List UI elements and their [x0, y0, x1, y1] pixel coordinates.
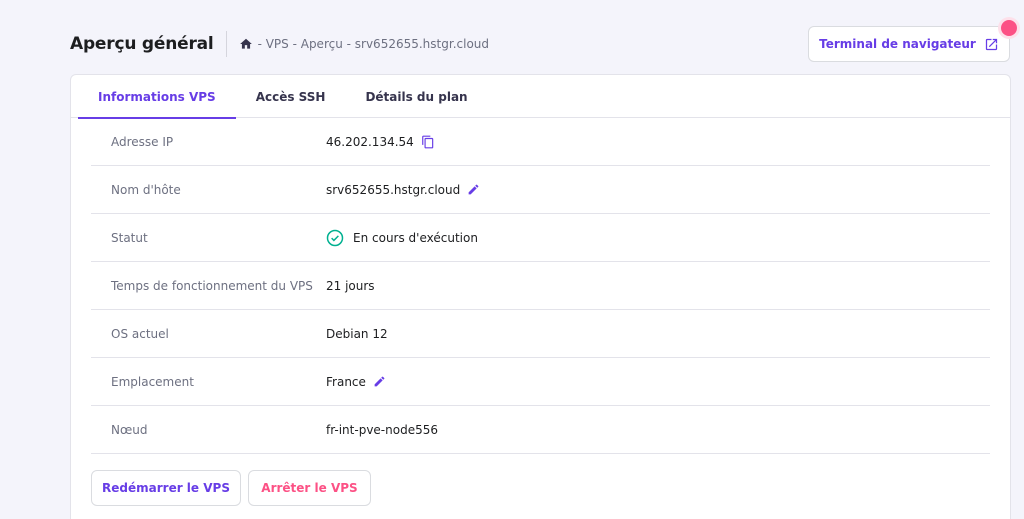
info-list: Adresse IP 46.202.134.54 Nom d'hôte srv6…	[91, 118, 990, 454]
browser-terminal-label: Terminal de navigateur	[819, 37, 976, 51]
node-value: fr-int-pve-node556	[326, 422, 438, 437]
row-label: Statut	[111, 230, 148, 245]
row-hostname: Nom d'hôte srv652655.hstgr.cloud	[91, 166, 990, 214]
row-value: srv652655.hstgr.cloud	[326, 183, 480, 197]
page-title: Aperçu général	[70, 34, 214, 54]
notification-dot[interactable]	[1001, 20, 1017, 36]
vps-info-card: Informations VPS Accès SSH Détails du pl…	[70, 74, 1011, 519]
home-icon[interactable]	[239, 37, 253, 51]
row-label: OS actuel	[111, 326, 169, 341]
row-location: Emplacement France	[91, 358, 990, 406]
uptime-value: 21 jours	[326, 278, 375, 293]
row-label: Nœud	[111, 422, 148, 437]
check-circle-icon	[326, 229, 344, 247]
stop-vps-button[interactable]: Arrêter le VPS	[248, 470, 371, 506]
row-ip-address: Adresse IP 46.202.134.54	[91, 118, 990, 166]
external-link-icon	[984, 37, 999, 52]
edit-icon[interactable]	[373, 375, 386, 388]
copy-icon[interactable]	[421, 135, 435, 149]
row-value: France	[326, 375, 386, 389]
breadcrumb-path[interactable]: - VPS - Aperçu - srv652655.hstgr.cloud	[258, 37, 489, 51]
browser-terminal-button[interactable]: Terminal de navigateur	[808, 26, 1010, 62]
row-uptime: Temps de fonctionnement du VPS 21 jours	[91, 262, 990, 310]
tab-vps-info[interactable]: Informations VPS	[78, 75, 236, 119]
row-status: Statut En cours d'exécution	[91, 214, 990, 262]
tab-ssh-access[interactable]: Accès SSH	[236, 75, 346, 118]
page-header: Aperçu général - VPS - Aperçu - srv65265…	[70, 26, 1010, 62]
location-value: France	[326, 374, 366, 389]
tab-bar: Informations VPS Accès SSH Détails du pl…	[71, 75, 1010, 119]
row-label: Temps de fonctionnement du VPS	[111, 278, 313, 293]
hostname-value: srv652655.hstgr.cloud	[326, 182, 461, 197]
status-value: En cours d'exécution	[353, 230, 478, 245]
row-node: Nœud fr-int-pve-node556	[91, 406, 990, 454]
header-divider	[225, 31, 227, 57]
breadcrumb: - VPS - Aperçu - srv652655.hstgr.cloud	[239, 37, 489, 51]
vps-actions: Redémarrer le VPS Arrêter le VPS	[91, 470, 371, 506]
row-label: Adresse IP	[111, 134, 174, 149]
tab-plan-details[interactable]: Détails du plan	[345, 75, 487, 118]
os-value: Debian 12	[326, 326, 388, 341]
row-value: Debian 12	[326, 327, 388, 341]
row-value: En cours d'exécution	[326, 229, 478, 247]
ip-address-value: 46.202.134.54	[326, 134, 414, 149]
row-label: Nom d'hôte	[111, 182, 181, 197]
row-label: Emplacement	[111, 374, 194, 389]
restart-vps-button[interactable]: Redémarrer le VPS	[91, 470, 241, 506]
row-current-os: OS actuel Debian 12	[91, 310, 990, 358]
row-value: 21 jours	[326, 279, 375, 293]
edit-icon[interactable]	[467, 183, 480, 196]
row-value: 46.202.134.54	[326, 135, 435, 149]
row-value: fr-int-pve-node556	[326, 423, 438, 437]
